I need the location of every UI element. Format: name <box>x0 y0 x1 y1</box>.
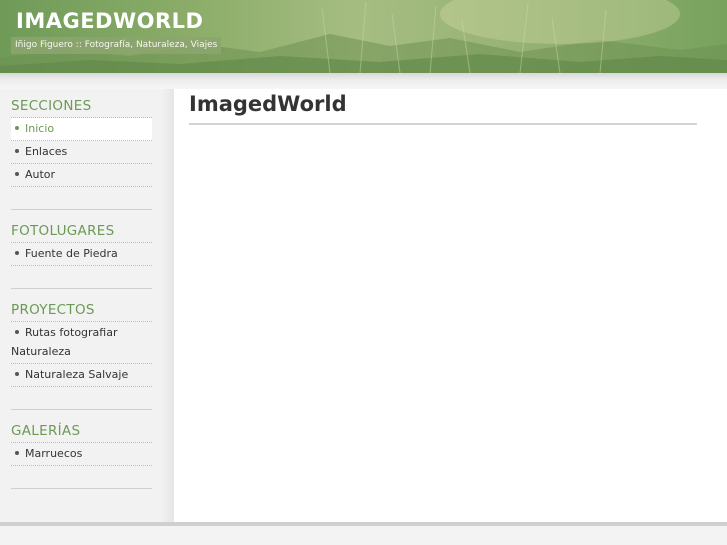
nav-item-enlaces[interactable]: Enlaces <box>11 141 152 164</box>
nav-list-fotolugares: Fuente de Piedra <box>11 243 152 266</box>
nav-list-proyectos: Rutas fotografiar Naturaleza Naturaleza … <box>11 322 152 387</box>
nav-list-secciones: Inicio Enlaces Autor <box>11 118 152 187</box>
section-proyectos: PROYECTOS Rutas fotografiar Naturaleza N… <box>11 299 152 387</box>
footer <box>0 526 727 545</box>
section-divider <box>11 409 152 410</box>
section-title-galerias: GALERÍAS <box>11 420 152 443</box>
section-title-fotolugares: FOTOLUGARES <box>11 220 152 243</box>
nav-item-inicio[interactable]: Inicio <box>11 118 152 141</box>
section-title-secciones: SECCIONES <box>11 95 152 118</box>
bullet-icon <box>15 126 19 130</box>
site-title[interactable]: IMAGEDWORLD <box>16 9 203 33</box>
section-secciones: SECCIONES Inicio Enlaces Autor <box>11 95 152 187</box>
bullet-icon <box>15 149 19 153</box>
nav-item-label: Enlaces <box>25 145 68 158</box>
sidebar: SECCIONES Inicio Enlaces Autor FOTOLUGAR… <box>0 89 174 522</box>
nav-item-label: Autor <box>25 168 56 181</box>
nav-item-label: Inicio <box>25 122 55 135</box>
bullet-icon <box>15 372 19 376</box>
nav-item-autor[interactable]: Autor <box>11 164 152 187</box>
section-divider <box>11 209 152 210</box>
section-title-proyectos: PROYECTOS <box>11 299 152 322</box>
section-divider <box>11 488 152 489</box>
nav-item-marruecos[interactable]: Marruecos <box>11 443 152 466</box>
nav-item-naturaleza-salvaje[interactable]: Naturaleza Salvaje <box>11 364 152 387</box>
section-divider <box>11 288 152 289</box>
nav-item-label: Naturaleza Salvaje <box>25 368 129 381</box>
nav-item-line: Rutas fotografiar <box>11 325 152 341</box>
nav-item-label: Fuente de Piedra <box>25 247 118 260</box>
header-banner: IMAGEDWORLD Iñigo Figuero :: Fotografía,… <box>0 0 727 73</box>
nav-item-label: Marruecos <box>25 447 83 460</box>
page-title: ImagedWorld <box>189 91 697 125</box>
bullet-icon <box>15 251 19 255</box>
section-fotolugares: FOTOLUGARES Fuente de Piedra <box>11 220 152 266</box>
site-tagline: Iñigo Figuero :: Fotografía, Naturaleza,… <box>11 37 222 54</box>
main-content: ImagedWorld <box>174 89 727 522</box>
nav-item-label-continued: Naturaleza <box>11 345 71 358</box>
nav-list-galerias: Marruecos <box>11 443 152 466</box>
bullet-icon <box>15 451 19 455</box>
section-galerias: GALERÍAS Marruecos <box>11 420 152 466</box>
nav-item-rutas-fotografiar-naturaleza[interactable]: Rutas fotografiar Naturaleza <box>11 322 152 364</box>
bullet-icon <box>15 330 19 334</box>
bullet-icon <box>15 172 19 176</box>
nav-item-fuente-de-piedra[interactable]: Fuente de Piedra <box>11 243 152 266</box>
header-shadow <box>0 73 727 89</box>
nav-item-label: Rutas fotografiar <box>25 326 118 339</box>
